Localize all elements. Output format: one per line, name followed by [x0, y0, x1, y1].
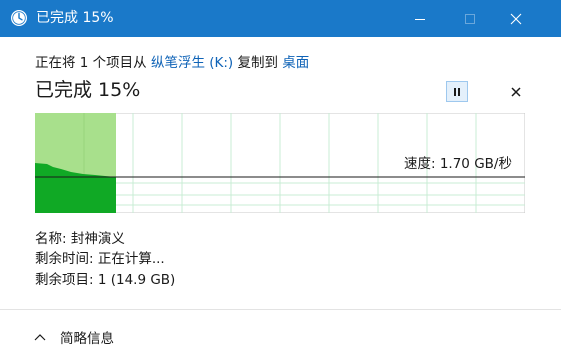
close-window-button[interactable]: [493, 0, 539, 37]
progress-title: 已完成 15%: [35, 79, 141, 101]
fewer-details-button[interactable]: 简略信息: [34, 327, 114, 347]
close-icon: [511, 87, 521, 97]
close-icon: [510, 13, 522, 24]
time-remaining: 剩余时间: 正在计算...: [35, 251, 165, 267]
window-title: 已完成 15%: [36, 10, 114, 26]
maximize-button[interactable]: [447, 0, 493, 37]
source-link[interactable]: 纵笔浮生 (K:): [151, 55, 233, 71]
items-remaining: 剩余项目: 1 (14.9 GB): [35, 272, 176, 288]
clock-icon: [10, 9, 28, 27]
item-name: 名称: 封神演义: [35, 231, 125, 247]
copy-middle: 复制到: [237, 55, 279, 71]
cancel-button[interactable]: [505, 81, 527, 103]
speed-label: 速度: 1.70 GB/秒: [404, 156, 512, 172]
pause-button[interactable]: [446, 81, 468, 102]
title-bar: 已完成 15%: [0, 0, 561, 37]
chevron-up-icon: [34, 334, 46, 341]
maximize-icon: [465, 13, 475, 24]
destination-link[interactable]: 桌面: [282, 55, 309, 71]
minimize-button[interactable]: [397, 0, 443, 37]
pause-icon: [454, 87, 460, 96]
file-copy-dialog: 已完成 15% 正在将 1 个项目从 纵笔浮生 (K:) 复制到 桌面 已完成 …: [0, 0, 561, 364]
fewer-details-label: 简略信息: [60, 331, 114, 347]
footer: 简略信息: [0, 310, 561, 364]
copy-prefix: 正在将 1 个项目从: [35, 55, 147, 71]
minimize-icon: [415, 18, 425, 20]
copy-description: 正在将 1 个项目从 纵笔浮生 (K:) 复制到 桌面: [35, 54, 309, 72]
